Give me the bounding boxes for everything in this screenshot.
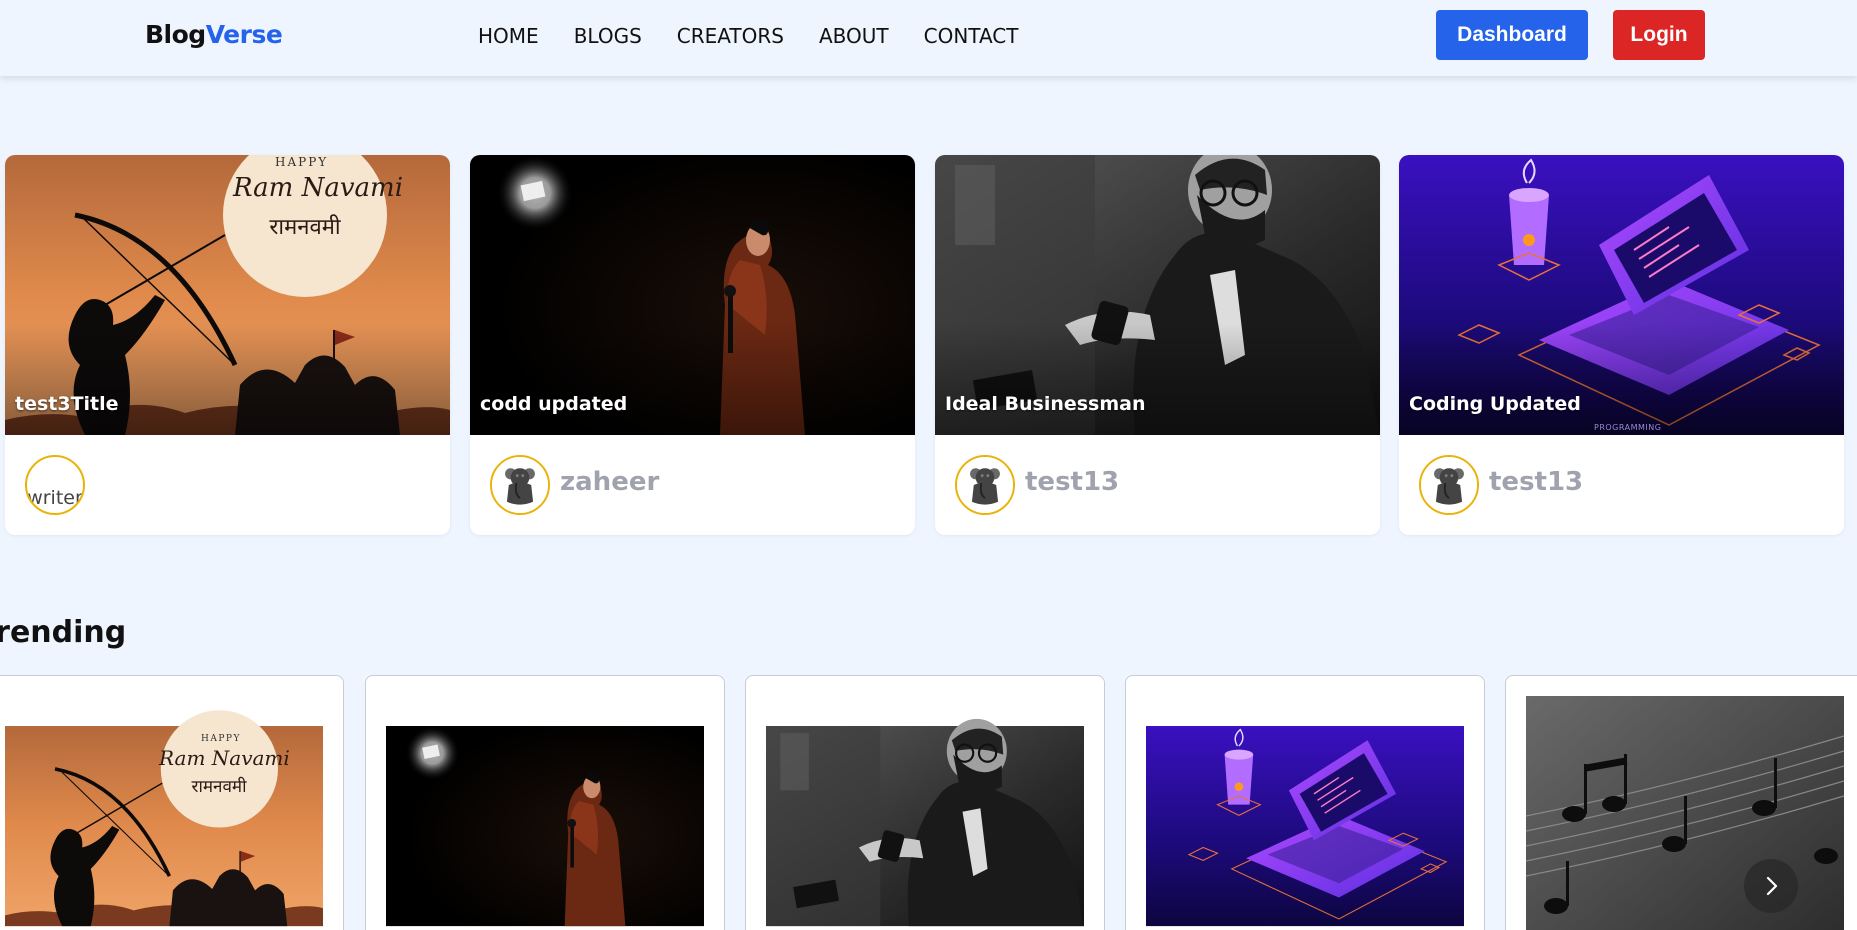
trending-card-image-coding-laptop xyxy=(1146,696,1464,930)
brand-logo[interactable]: BlogVerse xyxy=(145,20,283,49)
featured-card-title: Coding Updated xyxy=(1409,393,1581,415)
trending-card[interactable] xyxy=(1505,675,1857,930)
chevron-right-icon xyxy=(1766,876,1778,896)
art-programming-caption: PROGRAMMING xyxy=(1594,423,1662,432)
art-hindi-text: रामनवमी xyxy=(269,215,341,240)
featured-card[interactable]: HAPPY Ram Navami रामनवमी test3Title writ… xyxy=(5,155,450,535)
trending-heading: Trending xyxy=(0,615,127,650)
art-ram-navami-text: Ram Navami xyxy=(233,173,404,203)
featured-card-footer: zaheer xyxy=(470,435,915,535)
carousel-next-button[interactable] xyxy=(1744,859,1798,913)
nav-contact[interactable]: CONTACT xyxy=(924,24,1019,48)
trending-card[interactable]: HAPPY Ram Navami रामनवमी xyxy=(0,675,344,930)
trending-card[interactable] xyxy=(745,675,1105,930)
nav-blogs[interactable]: BLOGS xyxy=(574,24,642,48)
art-happy-text: HAPPY xyxy=(275,155,329,169)
art-happy-text: HAPPY xyxy=(201,734,241,744)
author-name[interactable]: test13 xyxy=(1489,467,1583,497)
art-hindi-text: रामनवमी xyxy=(191,777,247,797)
navbar: BlogVerse HOME BLOGS CREATORS ABOUT CONT… xyxy=(0,0,1857,76)
featured-card[interactable]: codd updated zaheer xyxy=(470,155,915,535)
avatar-alt-text: writer xyxy=(27,486,83,509)
featured-card[interactable]: PROGRAMMING Coding Updated test13 xyxy=(1399,155,1844,535)
login-button[interactable]: Login xyxy=(1613,10,1705,60)
featured-card-footer: writer xyxy=(5,435,450,535)
author-avatar[interactable] xyxy=(1419,455,1479,515)
brand-logo-part1: Blog xyxy=(145,20,206,49)
trending-card-image-businessman xyxy=(766,696,1084,930)
author-avatar[interactable] xyxy=(955,455,1015,515)
nav-creators[interactable]: CREATORS xyxy=(677,24,784,48)
featured-card-footer: test13 xyxy=(1399,435,1844,535)
trending-card[interactable] xyxy=(1125,675,1485,930)
featured-card-title: codd updated xyxy=(480,393,628,415)
nav-about[interactable]: ABOUT xyxy=(819,24,889,48)
author-name[interactable]: test13 xyxy=(1025,467,1119,497)
author-avatar[interactable] xyxy=(490,455,550,515)
dashboard-button[interactable]: Dashboard xyxy=(1436,10,1588,60)
brand-logo-part2: Verse xyxy=(205,20,283,49)
featured-card-title: Ideal Businessman xyxy=(945,393,1146,415)
featured-card[interactable]: Ideal Businessman test13 xyxy=(935,155,1380,535)
featured-card-footer: test13 xyxy=(935,435,1380,535)
nav-home[interactable]: HOME xyxy=(478,24,539,48)
main-nav: HOME BLOGS CREATORS ABOUT CONTACT xyxy=(478,24,1053,48)
art-ram-navami-text: Ram Navami xyxy=(159,746,290,770)
trending-card-image-stage-performer xyxy=(386,696,704,930)
author-name[interactable]: zaheer xyxy=(560,467,659,497)
author-avatar[interactable]: writer xyxy=(25,455,85,515)
trending-card[interactable] xyxy=(365,675,725,930)
trending-card-image-ram-navami: HAPPY Ram Navami रामनवमी xyxy=(5,696,323,930)
featured-card-title: test3Title xyxy=(15,393,119,415)
